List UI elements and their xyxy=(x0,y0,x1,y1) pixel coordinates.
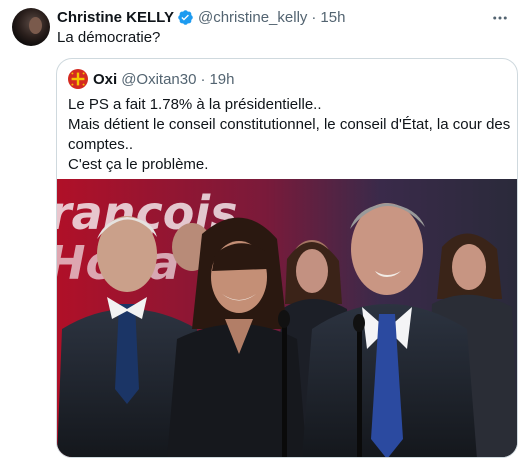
tweet-header: Christine KELLY @christine_kelly · 15h xyxy=(57,7,345,27)
quote-photo[interactable]: rançois Holla xyxy=(57,179,517,457)
author-handle[interactable]: @christine_kelly xyxy=(198,9,307,26)
quote-header: Oxi @Oxitan30 · 19h xyxy=(68,69,234,89)
tweet-time[interactable]: 15h xyxy=(320,9,345,26)
tweet-text: La démocratie? xyxy=(57,29,161,46)
quote-text-line: Le PS a fait 1.78% à la présidentielle.. xyxy=(68,96,322,113)
author-name[interactable]: Christine KELLY xyxy=(57,9,174,26)
quote-text-line: C'est ça le problème. xyxy=(68,156,209,173)
quote-separator-dot: · xyxy=(200,70,206,88)
more-icon[interactable] xyxy=(490,8,510,28)
tweet[interactable]: Christine KELLY @christine_kelly · 15h L… xyxy=(0,0,528,458)
quote-author-handle[interactable]: @Oxitan30 xyxy=(121,71,196,88)
separator-dot: · xyxy=(311,8,317,26)
author-avatar[interactable] xyxy=(12,8,50,46)
quote-text: Le PS a fait 1.78% à la présidentielle..… xyxy=(68,95,511,175)
quote-time[interactable]: 19h xyxy=(209,71,234,88)
quoted-tweet[interactable]: Oxi @Oxitan30 · 19h Le PS a fait 1.78% à… xyxy=(56,58,518,458)
quote-author-name[interactable]: Oxi xyxy=(93,71,117,88)
occitan-cross-icon[interactable] xyxy=(68,69,88,89)
verified-badge-icon xyxy=(177,9,194,26)
quote-text-line: Mais détient le conseil constitutionnel,… xyxy=(68,116,511,133)
quote-text-line: comptes.. xyxy=(68,136,134,153)
